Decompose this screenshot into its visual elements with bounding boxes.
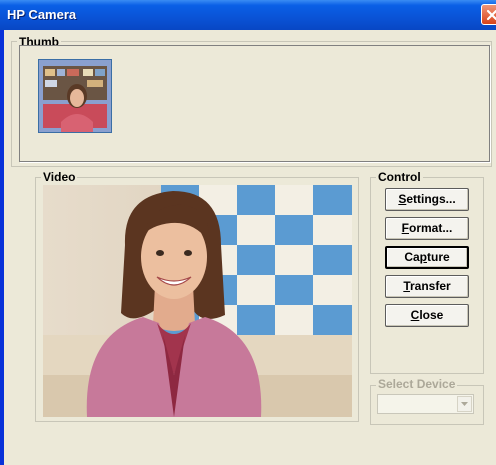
settings-button[interactable]: Settings...	[385, 188, 469, 211]
transfer-label-key: T	[403, 279, 410, 293]
close-label-post: lose	[419, 308, 444, 322]
device-select[interactable]	[377, 394, 474, 414]
capture-label-post: ture	[427, 250, 450, 264]
format-label-key: F	[401, 221, 409, 235]
chevron-down-icon	[461, 402, 468, 406]
close-icon	[486, 9, 496, 20]
window-border	[0, 30, 4, 465]
window-close-button[interactable]	[481, 4, 496, 25]
format-button[interactable]: Format...	[385, 217, 469, 240]
window-title: HP Camera	[7, 7, 77, 22]
settings-label-post: ettings...	[406, 192, 456, 206]
dropdown-button[interactable]	[457, 396, 472, 412]
format-label-post: ormat...	[409, 221, 453, 235]
select-device-label: Select Device	[376, 377, 458, 391]
title-bar[interactable]: HP Camera	[0, 0, 496, 30]
thumbnail-image[interactable]	[38, 59, 112, 133]
control-label: Control	[376, 170, 423, 184]
video-preview	[43, 185, 352, 417]
capture-button[interactable]: Capture	[385, 246, 469, 269]
capture-label-key: p	[419, 250, 427, 264]
capture-label-pre: Ca	[404, 250, 420, 264]
transfer-label-post: ransfer	[409, 279, 451, 293]
close-button[interactable]: Close	[385, 304, 469, 327]
video-label: Video	[41, 170, 78, 184]
transfer-button[interactable]: Transfer	[385, 275, 469, 298]
